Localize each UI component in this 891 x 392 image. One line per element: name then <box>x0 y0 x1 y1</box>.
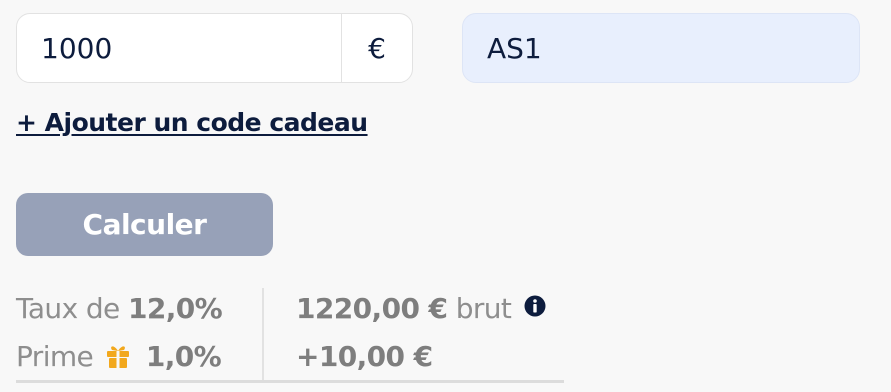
amount-field[interactable]: 1000 € <box>16 13 413 83</box>
rate-line: Taux de 12,0% <box>16 292 223 325</box>
bonus-amount-line: +10,00 € <box>296 340 433 373</box>
add-gift-code-link[interactable]: + Ajouter un code cadeau <box>16 108 368 137</box>
amount-input-value[interactable]: 1000 <box>17 32 341 65</box>
results-divider <box>262 288 264 382</box>
code-input-value[interactable]: AS1 <box>463 32 542 65</box>
results-panel: Taux de 12,0% Prime 1,0% 1220,00 € brut <box>16 288 564 384</box>
gross-line: 1220,00 € brut <box>296 292 512 325</box>
code-field[interactable]: AS1 <box>462 13 860 83</box>
gross-value: 1220,00 € <box>296 292 448 325</box>
bonus-label: Prime <box>16 340 94 373</box>
results-rates: Taux de 12,0% Prime 1,0% <box>16 288 262 382</box>
bonus-value: 1,0% <box>145 340 222 373</box>
gross-label: brut <box>455 292 512 325</box>
currency-unit: € <box>368 31 386 65</box>
info-icon[interactable] <box>524 295 546 317</box>
gift-icon <box>104 341 132 376</box>
results-bottom-border <box>16 380 564 383</box>
rate-label: Taux de <box>16 292 120 325</box>
bonus-line: Prime 1,0% <box>16 340 222 376</box>
calculate-button[interactable]: Calculer <box>16 193 273 256</box>
rate-value: 12,0% <box>127 292 223 325</box>
bonus-amount: +10,00 € <box>296 340 433 373</box>
